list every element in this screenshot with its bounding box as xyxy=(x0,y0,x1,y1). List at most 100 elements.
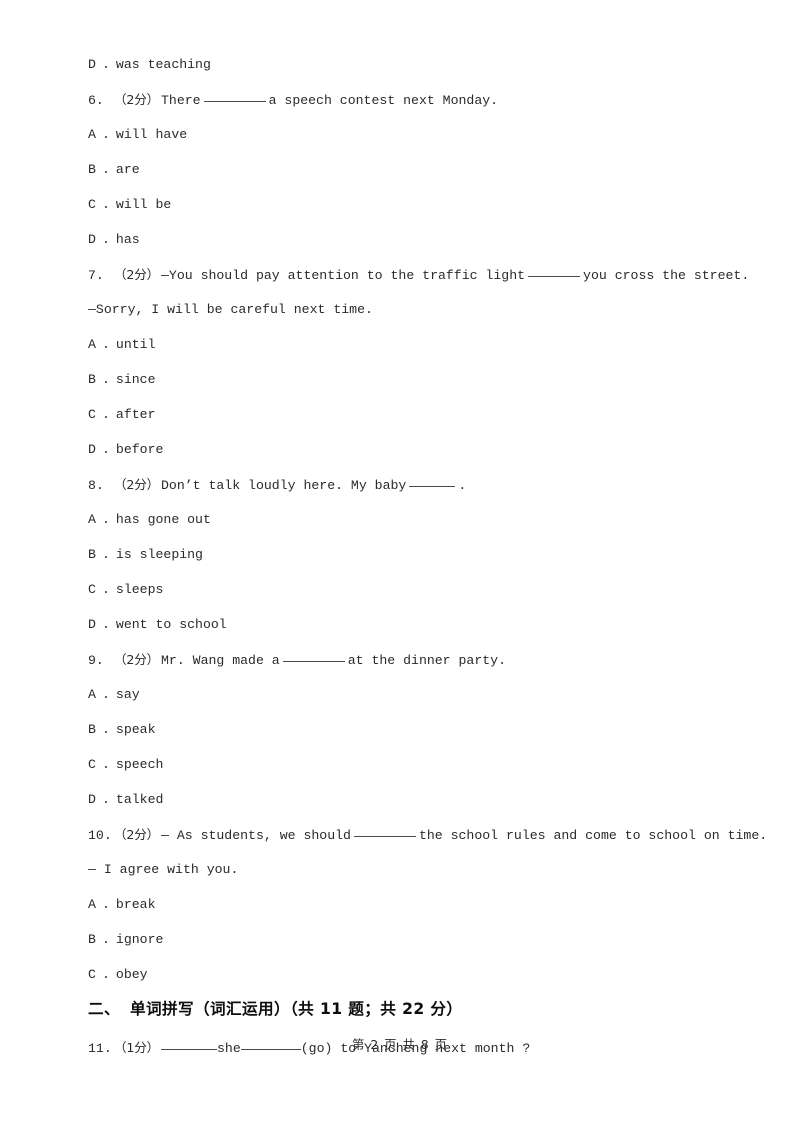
option-separator: . xyxy=(102,792,110,807)
question-marks: （2分） xyxy=(114,652,159,667)
option-separator: . xyxy=(102,372,110,387)
question-stem-before-blank: —You should pay attention to the traffic… xyxy=(161,268,526,283)
answer-option[interactable]: C. obey xyxy=(88,957,712,992)
section-heading: 二、 单词拼写（词汇运用）（共 11 题；共 22 分） xyxy=(88,992,712,1030)
option-text: are xyxy=(115,162,140,177)
option-separator: . xyxy=(102,687,110,702)
fill-in-blank[interactable] xyxy=(528,276,581,277)
answer-option[interactable]: B. are xyxy=(88,152,712,187)
fill-in-blank[interactable] xyxy=(409,486,456,487)
option-text: has gone out xyxy=(115,512,211,527)
option-text: say xyxy=(115,687,140,702)
option-separator: . xyxy=(102,127,110,142)
question-marks: （2分） xyxy=(114,477,159,492)
option-separator: . xyxy=(102,932,110,947)
option-letter: A xyxy=(88,512,96,527)
answer-option[interactable]: A. say xyxy=(88,677,712,712)
option-separator: . xyxy=(102,442,110,457)
question-line: 10. （2分） — As students, we should the schoo… xyxy=(88,817,767,852)
option-letter: D xyxy=(88,232,96,247)
question-stem-before-blank: There xyxy=(161,93,201,108)
option-text: since xyxy=(115,372,156,387)
option-separator: . xyxy=(102,407,110,422)
option-letter: B xyxy=(88,162,96,177)
option-letter: C xyxy=(88,967,96,982)
question-stem-before-blank: Don’t talk loudly here. My baby xyxy=(161,478,407,493)
question-stem-after-blank: . xyxy=(458,478,467,493)
exam-page: D. was teaching 6. （2分） There a speech contes… xyxy=(0,0,800,1132)
answer-option[interactable]: A. until xyxy=(88,327,712,362)
answer-option[interactable]: C. sleeps xyxy=(88,572,712,607)
option-letter: A xyxy=(88,897,96,912)
option-letter: B xyxy=(88,932,96,947)
option-letter: A xyxy=(88,687,96,702)
option-text: is sleeping xyxy=(115,547,203,562)
fill-in-blank[interactable] xyxy=(203,101,266,102)
option-separator: . xyxy=(102,232,110,247)
answer-option[interactable]: A. break xyxy=(88,887,712,922)
question-number: 9. xyxy=(88,653,104,668)
answer-option[interactable]: C. will be xyxy=(88,187,712,222)
answer-option[interactable]: B. speak xyxy=(88,712,712,747)
option-letter: A xyxy=(88,127,96,142)
option-text: obey xyxy=(115,967,148,982)
option-text: after xyxy=(115,407,156,422)
option-text: will have xyxy=(115,127,188,142)
question-number: 10. xyxy=(88,828,112,843)
question-stem-after-blank: the school rules and come to school on t… xyxy=(418,828,768,843)
option-text: speech xyxy=(115,757,164,772)
question-continuation-line: —Sorry, I will be careful next time. xyxy=(88,292,712,327)
answer-option[interactable]: A. will have xyxy=(88,117,712,152)
answer-option[interactable]: B. since xyxy=(88,362,712,397)
answer-option[interactable]: B. is sleeping xyxy=(88,537,712,572)
question-stem-before-blank: Mr. Wang made a xyxy=(161,653,280,668)
answer-option[interactable]: D. went to school xyxy=(88,607,712,642)
question-list: D. was teaching 6. （2分） There a speech contes… xyxy=(88,47,767,1065)
option-letter: C xyxy=(88,582,96,597)
answer-option[interactable]: C. speech xyxy=(88,747,712,782)
option-letter: B xyxy=(88,372,96,387)
question-stem-after-blank: you cross the street. xyxy=(583,268,750,283)
option-text: went to school xyxy=(115,617,227,632)
answer-option[interactable]: A. has gone out xyxy=(88,502,712,537)
question-number: 8. xyxy=(88,478,104,493)
question-marks: （2分） xyxy=(114,827,159,842)
option-letter: C xyxy=(88,407,96,422)
option-text: until xyxy=(115,337,156,352)
answer-option[interactable]: D. has xyxy=(88,222,712,257)
option-separator: . xyxy=(102,722,110,737)
option-text: ignore xyxy=(115,932,164,947)
option-text: talked xyxy=(115,792,164,807)
option-separator: . xyxy=(102,897,110,912)
option-separator: . xyxy=(102,162,110,177)
question-number: 6. xyxy=(88,93,104,108)
answer-option[interactable]: B. ignore xyxy=(88,922,712,957)
option-letter: D xyxy=(88,442,96,457)
question-line: 7. （2分） —You should pay attention to the t… xyxy=(88,257,749,292)
answer-option[interactable]: D. was teaching xyxy=(88,47,712,82)
option-text: was teaching xyxy=(115,57,211,72)
option-separator: . xyxy=(102,617,110,632)
answer-option[interactable]: D. before xyxy=(88,432,712,467)
option-letter: B xyxy=(88,722,96,737)
option-separator: . xyxy=(102,967,110,982)
option-separator: . xyxy=(102,197,110,212)
option-text: has xyxy=(115,232,140,247)
answer-option[interactable]: C. after xyxy=(88,397,712,432)
option-letter: A xyxy=(88,337,96,352)
continuation-text: —Sorry, I will be careful next time. xyxy=(88,302,373,317)
option-letter: C xyxy=(88,757,96,772)
fill-in-blank[interactable] xyxy=(282,661,345,662)
section-index: 二、 xyxy=(88,1000,120,1018)
fill-in-blank[interactable] xyxy=(353,836,416,837)
option-text: before xyxy=(115,442,164,457)
question-marks: （2分） xyxy=(114,267,159,282)
answer-option[interactable]: D. talked xyxy=(88,782,712,817)
option-letter: B xyxy=(88,547,96,562)
question-number: 7. xyxy=(88,268,104,283)
option-separator: . xyxy=(102,757,110,772)
option-separator: . xyxy=(102,512,110,527)
question-marks: （2分） xyxy=(114,92,159,107)
continuation-text: — I agree with you. xyxy=(88,862,239,877)
question-continuation-line: — I agree with you. xyxy=(88,852,712,887)
